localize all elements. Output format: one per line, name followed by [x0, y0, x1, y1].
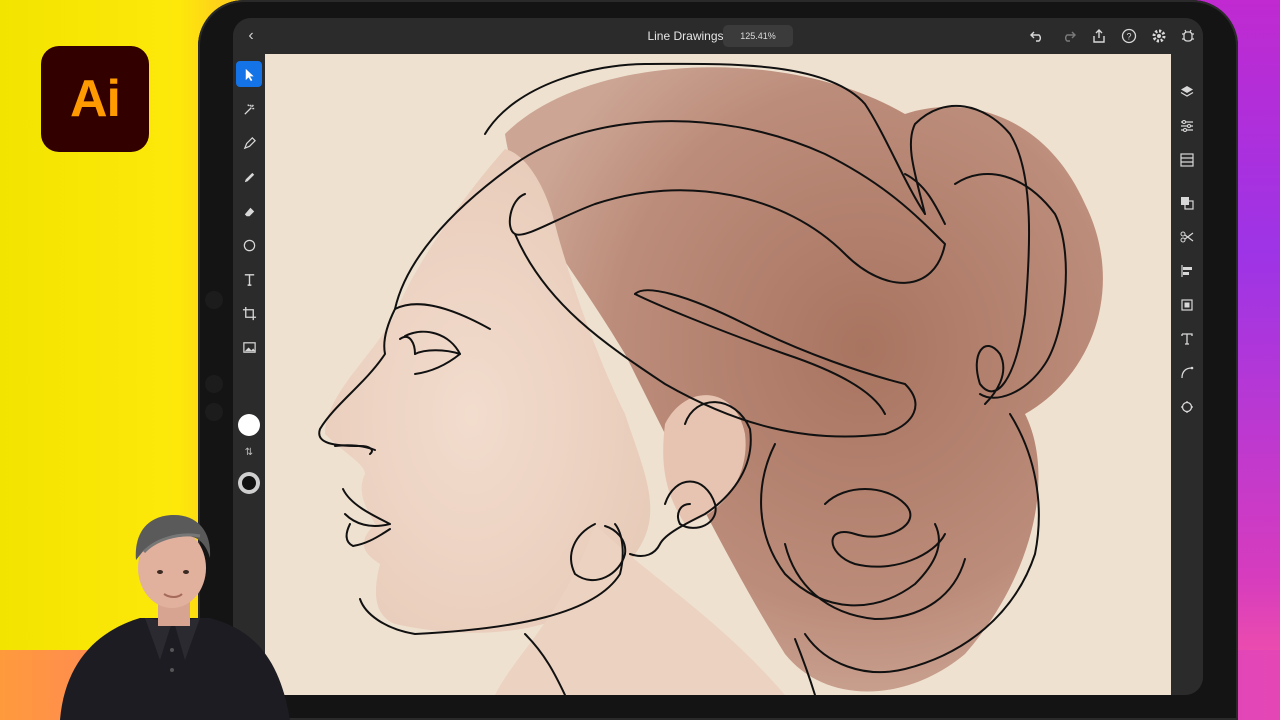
align-icon[interactable] — [1176, 260, 1198, 282]
pathfinder-icon[interactable] — [1176, 192, 1198, 214]
layers-icon[interactable] — [1176, 81, 1198, 103]
svg-text:?: ? — [1126, 32, 1131, 42]
pen-tool-icon[interactable] — [236, 130, 262, 156]
libraries-icon[interactable] — [1176, 149, 1198, 171]
text-settings-icon[interactable] — [1176, 328, 1198, 350]
artboard-canvas[interactable] — [265, 54, 1171, 695]
bug-icon[interactable] — [1178, 26, 1198, 46]
pencil-tool-icon[interactable] — [236, 164, 262, 190]
presenter-webcam — [60, 510, 290, 720]
undo-icon[interactable] — [1027, 26, 1047, 46]
stroke-color-swatch[interactable] — [238, 472, 260, 494]
image-tool-icon[interactable] — [236, 334, 262, 360]
type-tool-icon[interactable] — [236, 266, 262, 292]
share-icon[interactable] — [1089, 26, 1109, 46]
top-bar: ‹ Line Drawings 125.41% ? — [233, 18, 1203, 54]
settings-icon[interactable] — [1149, 26, 1169, 46]
redo-icon[interactable] — [1059, 26, 1079, 46]
illustrator-logo: Ai — [41, 46, 149, 152]
transform-icon[interactable] — [1176, 294, 1198, 316]
zoom-level[interactable]: 125.41% — [723, 25, 793, 47]
tablet-camera-dot — [205, 403, 223, 421]
right-toolbar — [1171, 54, 1203, 695]
tablet-camera-dot — [205, 375, 223, 393]
scissors-icon[interactable] — [1176, 226, 1198, 248]
selection-tool-icon[interactable] — [236, 61, 262, 87]
shape-tool-icon[interactable] — [236, 232, 262, 258]
logo-text: Ai — [70, 70, 121, 128]
properties-icon[interactable] — [1176, 115, 1198, 137]
curvature-icon[interactable] — [1176, 362, 1198, 384]
tablet-camera-dot — [205, 291, 223, 309]
direct-select-tool-icon[interactable] — [236, 96, 262, 122]
fill-color-swatch[interactable] — [238, 414, 260, 436]
back-icon[interactable]: ‹ — [241, 26, 261, 46]
crop-tool-icon[interactable] — [236, 300, 262, 326]
eraser-tool-icon[interactable] — [236, 198, 262, 224]
plugins-icon[interactable] — [1176, 396, 1198, 418]
help-icon[interactable]: ? — [1119, 26, 1139, 46]
line-drawing-artwork — [318, 62, 1103, 695]
swap-colors-icon[interactable]: ⇅ — [242, 446, 256, 460]
app-screen: ‹ Line Drawings 125.41% ? ⇅ — [233, 18, 1203, 695]
